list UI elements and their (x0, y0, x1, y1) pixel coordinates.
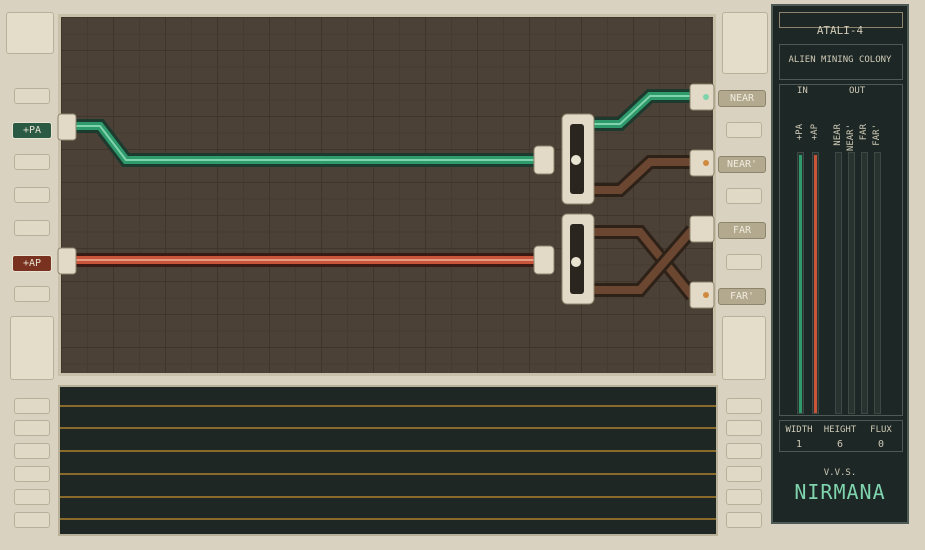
level-description: ALIEN MINING COLONY (788, 55, 892, 65)
waveform-display (58, 385, 718, 536)
scope-rail-tab (726, 489, 762, 505)
output-label-near[interactable]: NEAR (718, 90, 766, 107)
stat-width-value: 1 (795, 439, 803, 450)
meter-far-prime (874, 152, 881, 414)
meter-label-far: FAR (859, 124, 869, 141)
stat-flux-label: FLUX (870, 425, 892, 435)
stat-width-label: WIDTH (785, 425, 813, 435)
meter-pa (797, 152, 804, 414)
meter-fill (814, 155, 817, 413)
waveform-trace (60, 496, 716, 498)
idle-wire (590, 155, 698, 301)
meter-label-near: NEAR (833, 124, 843, 146)
waveform-trace (60, 405, 716, 407)
input-label-pa[interactable]: +PA (12, 122, 52, 139)
waveform-trace (60, 427, 716, 429)
stat-height-label: HEIGHT (823, 425, 857, 435)
meter-near-prime (848, 152, 855, 414)
stat-height-value: 6 (836, 439, 844, 450)
stat-flux-value: 0 (877, 439, 885, 450)
meter-far (861, 152, 868, 414)
meter-ap (812, 152, 819, 414)
output-label-far[interactable]: FAR (718, 222, 766, 239)
meter-label-ap: +AP (810, 124, 820, 141)
info-panel: ATALI-4 ALIEN MINING COLONY IN OUT +PA +… (771, 4, 909, 524)
scope-rail-tab (14, 420, 50, 436)
meter-near (835, 152, 842, 414)
scope-rail-tab (14, 466, 50, 482)
scope-rail-tab (14, 443, 50, 459)
scope-rail-tab (14, 512, 50, 528)
waveform-trace (60, 450, 716, 452)
meter-label-pa: +PA (795, 124, 805, 141)
scope-rail-tab (14, 398, 50, 414)
waveform-trace (60, 473, 716, 475)
scope-rail-tab (726, 398, 762, 414)
scope-rail-tab (726, 512, 762, 528)
splitter-nodes (533, 113, 595, 305)
meter-fill (799, 155, 802, 413)
scope-rail-tab (14, 489, 50, 505)
scope-rail-tab (726, 443, 762, 459)
logo-large: NIRMANA (794, 480, 886, 504)
logo-small: V.V.S. (823, 468, 857, 478)
io-header-out: OUT (849, 86, 866, 96)
scope-rail-tab (726, 420, 762, 436)
output-jacks (689, 83, 715, 309)
meter-label-far-prime: FAR' (872, 124, 882, 146)
io-header-in: IN (797, 86, 808, 96)
output-label-near-prime[interactable]: NEAR' (718, 156, 766, 173)
input-jacks (57, 113, 77, 275)
output-label-far-prime[interactable]: FAR' (718, 288, 766, 305)
game-frame: +PA +AP NEAR NEAR' FAR FAR' ATALI-4 ALIE… (0, 0, 925, 550)
green-wire (67, 89, 699, 167)
scope-rail-tab (726, 466, 762, 482)
level-name: ATALI-4 (816, 24, 864, 37)
meter-label-near-prime: NEAR' (846, 124, 856, 152)
input-label-ap[interactable]: +AP (12, 255, 52, 272)
waveform-trace (60, 518, 716, 520)
